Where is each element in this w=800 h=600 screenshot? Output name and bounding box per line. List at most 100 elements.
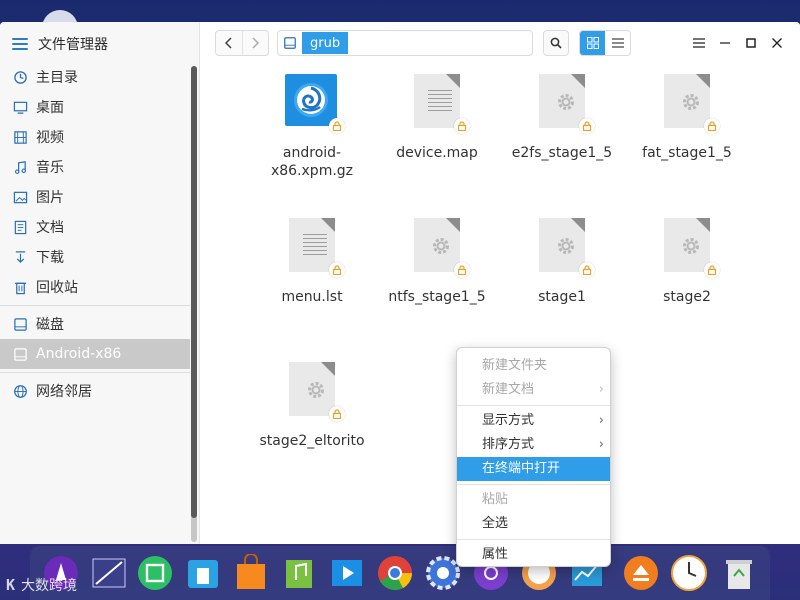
menu-item-select-all[interactable]: 全选 (457, 512, 610, 536)
close-icon (772, 38, 782, 48)
chrome-icon[interactable] (376, 554, 414, 592)
lock-icon (704, 118, 720, 134)
sidebar-item-label: 回收站 (36, 280, 78, 296)
file-thumbnail (535, 218, 595, 278)
sidebar-item-label: 主目录 (36, 70, 78, 86)
file-item[interactable]: menu.lst (252, 218, 372, 306)
menu-item-display-mode[interactable]: 显示方式 › (457, 409, 610, 433)
file-item[interactable]: device.map (377, 74, 497, 162)
menu-item-label: 显示方式 (482, 413, 535, 428)
music-icon (12, 159, 28, 175)
download-icon (12, 249, 28, 265)
sidebar-item-home[interactable]: 主目录 (0, 62, 190, 92)
menu-item-new-folder[interactable]: 新建文件夹 (457, 354, 610, 378)
sidebar-nav: 主目录 桌面 视频 音乐 图片 文档 下载 回收站 磁盘 Android-x86… (0, 62, 190, 406)
sidebar-item-label: Android-x86 (36, 346, 122, 362)
sidebar-item-downloads[interactable]: 下载 (0, 242, 190, 272)
file-name: menu.lst (281, 289, 343, 305)
sidebar-divider (0, 305, 190, 306)
close-button[interactable] (764, 30, 790, 56)
screenshot-icon[interactable] (90, 554, 128, 592)
menu-item-properties[interactable]: 属性 (457, 543, 610, 567)
menu-item-label: 粘贴 (482, 492, 509, 507)
file-item[interactable]: stage2 (627, 218, 747, 306)
address-bar[interactable]: grub (277, 30, 533, 56)
menu-item-sort-by[interactable]: 排序方式 › (457, 433, 610, 457)
lock-icon (704, 262, 720, 278)
window-menu-button[interactable] (686, 30, 712, 56)
lock-icon (454, 118, 470, 134)
sidebar-item-documents[interactable]: 文档 (0, 212, 190, 242)
shopping-icon[interactable] (232, 554, 270, 592)
icon-view-button[interactable] (580, 31, 605, 55)
sidebar-item-network[interactable]: 网络邻居 (0, 376, 190, 406)
binary-file-icon (289, 362, 335, 416)
menu-separator (457, 539, 610, 540)
sidebar-item-music[interactable]: 音乐 (0, 152, 190, 182)
sidebar-item-label: 视频 (36, 130, 64, 146)
text-file-icon (289, 218, 335, 272)
minimize-button[interactable] (712, 30, 738, 56)
watermark: K 大数跨境 (6, 574, 77, 596)
file-item[interactable]: e2fs_stage1_5 (502, 74, 622, 162)
context-menu: 新建文件夹 新建文档 › 显示方式 › 排序方式 › 在终端中打开 粘贴 全选 属性 (456, 347, 611, 567)
watermark-text: 大数跨境 (21, 578, 78, 594)
eject-icon[interactable] (622, 554, 660, 592)
list-view-button[interactable] (605, 31, 630, 55)
maximize-button[interactable] (738, 30, 764, 56)
sidebar-item-videos[interactable]: 视频 (0, 122, 190, 152)
drive-icon[interactable] (278, 31, 302, 55)
menu-item-open-in-terminal[interactable]: 在终端中打开 (457, 457, 610, 481)
network-icon (12, 383, 28, 399)
forward-button[interactable] (241, 31, 269, 55)
search-icon (550, 37, 562, 49)
file-manager-icon[interactable] (184, 554, 222, 592)
binary-file-icon (414, 218, 460, 272)
menu-item-new-document[interactable]: 新建文档 › (457, 378, 610, 402)
app-store-icon[interactable] (136, 554, 174, 592)
grid-icon (586, 37, 599, 49)
lock-icon (579, 262, 595, 278)
drive-icon (12, 346, 28, 362)
clock-icon[interactable] (670, 554, 708, 592)
sidebar-item-disk[interactable]: 磁盘 (0, 309, 190, 339)
sidebar-item-desktop[interactable]: 桌面 (0, 92, 190, 122)
breadcrumb-segment[interactable]: grub (302, 32, 349, 54)
back-button[interactable] (216, 31, 242, 55)
trash-icon (12, 279, 28, 295)
app-menu-icon[interactable] (12, 37, 28, 51)
sidebar-item-label: 磁盘 (36, 317, 64, 333)
sidebar-item-label: 图片 (36, 190, 64, 206)
file-item[interactable]: fat_stage1_5 (627, 74, 747, 162)
video-player-icon[interactable] (328, 554, 366, 592)
file-name: e2fs_stage1_5 (511, 145, 613, 161)
binary-file-icon (539, 74, 585, 128)
android-x86-image-icon (285, 74, 337, 126)
menu-item-label: 在终端中打开 (482, 461, 561, 476)
menu-item-paste[interactable]: 粘贴 (457, 488, 610, 512)
lock-icon (329, 118, 345, 134)
file-item[interactable]: android-x86.xpm.gz (252, 74, 372, 180)
file-item[interactable]: stage2_eltorito (252, 362, 372, 450)
file-item[interactable]: ntfs_stage1_5 (377, 218, 497, 306)
sidebar-item-label: 音乐 (36, 160, 64, 176)
list-icon (611, 38, 624, 48)
lock-icon (329, 262, 345, 278)
file-name: device.map (396, 145, 478, 161)
trash-bin-icon[interactable] (720, 554, 758, 592)
menu-item-label: 新建文件夹 (482, 358, 548, 373)
chevron-right-icon: › (598, 382, 604, 397)
maximize-icon (746, 38, 756, 48)
sidebar-item-label: 文档 (36, 220, 64, 236)
music-player-icon[interactable] (280, 554, 318, 592)
search-button[interactable] (543, 30, 569, 56)
file-item[interactable]: stage1 (502, 218, 622, 306)
file-thumbnail (285, 362, 345, 422)
sidebar-item-trash[interactable]: 回收站 (0, 272, 190, 302)
toolbar: grub (200, 22, 800, 64)
sidebar-item-label: 桌面 (36, 100, 64, 116)
sidebar-scrollbar-thumb[interactable] (191, 66, 197, 518)
sidebar-item-android-x86[interactable]: Android-x86 (0, 339, 190, 369)
file-manager-window: 文件管理器 主目录 桌面 视频 音乐 图片 文档 下载 回收站 磁盘 Andro… (0, 22, 800, 544)
sidebar-item-pictures[interactable]: 图片 (0, 182, 190, 212)
